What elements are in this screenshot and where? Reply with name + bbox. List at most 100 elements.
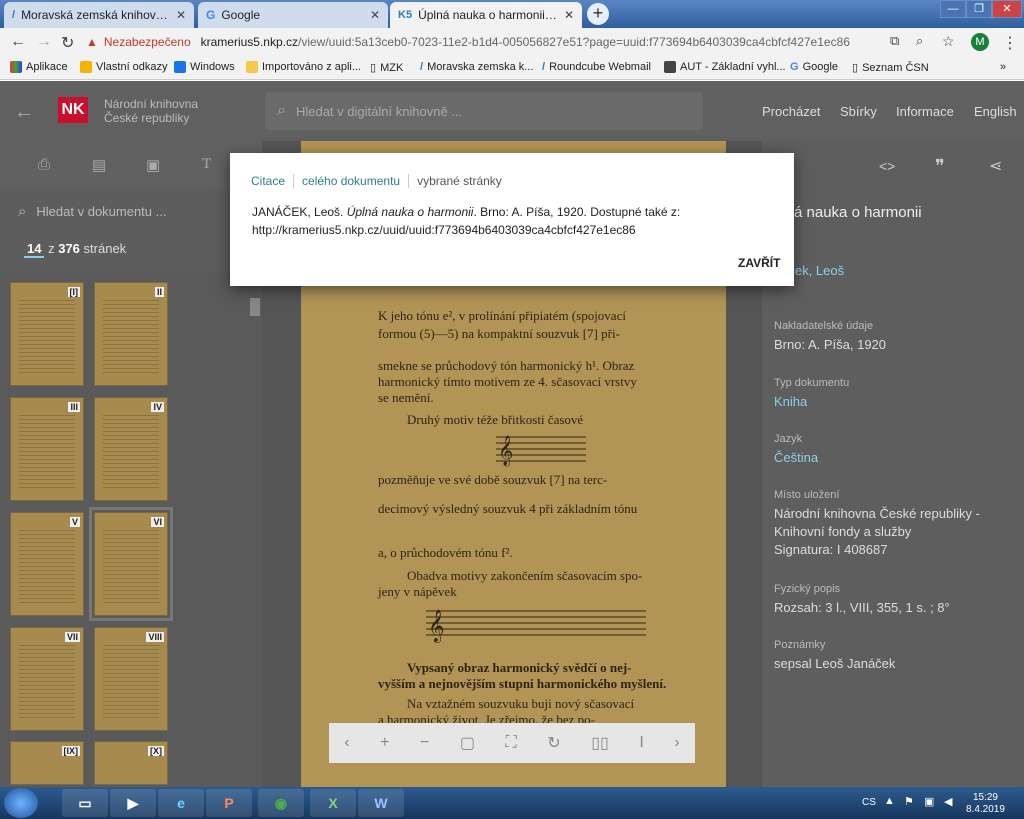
previous-page-icon[interactable]: ‹ [344,734,349,752]
digital-library-search[interactable]: ⌕ Hledat v digitální knihovně ... [265,92,703,130]
windows-icon [174,61,186,73]
zoom-icon[interactable]: ⌕ [916,33,923,49]
tab-cely-dokument[interactable]: celého dokumentu [293,174,408,188]
close-tab-icon[interactable]: ✕ [564,8,574,22]
tab-moravska[interactable]: / Moravská zemská knihovna v Brn ✕ [4,2,194,28]
tab-vybrane-stranky[interactable]: vybrané stránky [408,174,510,188]
nav-informace[interactable]: Informace [896,104,954,119]
fit-page-icon[interactable]: ▢ [460,733,475,753]
text-select-icon[interactable]: I [639,734,643,752]
thumbnail[interactable]: [X] [94,741,168,785]
bookmark-item[interactable]: G Google [790,61,838,73]
back-arrow-icon[interactable]: ← [10,33,26,51]
thumb-label: IV [151,402,164,412]
field-value-link[interactable]: Kniha [774,393,807,411]
next-page-icon[interactable]: › [674,734,679,752]
thumb-label: [I] [67,287,80,297]
print-icon[interactable]: ⎙ [38,156,50,173]
share-icon[interactable]: ⋖ [989,156,1002,176]
scan-line: jeny v nápěvek [378,584,457,599]
bookmark-item[interactable]: Windows [174,61,235,73]
quote-icon[interactable]: ❞ [935,156,945,177]
close-tab-icon[interactable]: ✕ [176,8,186,22]
bookmarks-overflow-icon[interactable]: » [1000,61,1006,73]
menu-dots-icon[interactable]: ⋮ [1002,33,1018,53]
thumbnail[interactable]: [IX] [10,741,84,785]
image-icon[interactable]: ▣ [146,156,160,174]
viewer-controls: ‹ + − ▢ ⛶ ↻ ▯▯ I › [329,723,695,763]
field-label: Jazyk [774,433,803,445]
start-button[interactable] [4,788,38,818]
powerpoint-icon[interactable]: P [206,789,252,817]
word-icon[interactable]: W [358,789,404,817]
thumbnail[interactable]: [I] [10,282,84,386]
profile-avatar[interactable]: M [971,33,989,51]
excel-icon[interactable]: X [310,789,356,817]
thumbnail-selected[interactable]: VI [89,507,173,621]
network-icon[interactable]: ▣ [924,795,934,808]
system-clock[interactable]: 15:29 8.4.2019 [966,792,1005,816]
zoom-in-icon[interactable]: + [380,734,389,752]
current-page[interactable]: 14 [24,241,45,258]
forward-arrow-icon[interactable]: → [36,33,52,51]
explorer-icon[interactable]: ▭ [62,789,108,817]
close-window-button[interactable]: ✕ [992,0,1022,18]
bookmark-item[interactable]: AUT - Základní vyhl... [664,61,786,73]
tab-title: Úplná nauka o harmonii | Národn [418,8,558,22]
bookmark-item[interactable]: ▯ MZK [370,61,403,75]
text-icon[interactable]: T [202,156,211,173]
thumbnail[interactable]: III [10,397,84,501]
back-arrow-icon[interactable]: ← [14,101,34,124]
chrome-icon[interactable]: ◉ [258,789,304,817]
document-search[interactable]: ⌕ Hledat v dokumentu ... [0,195,262,227]
nav-sbirky[interactable]: Sbírky [840,104,877,119]
thumbnail[interactable]: IV [94,397,168,501]
double-page-icon[interactable]: ▯▯ [591,733,609,753]
new-tab-button[interactable]: + [587,3,609,25]
thumb-label: [X] [148,746,164,756]
nk-logo[interactable]: NK [58,97,88,123]
scan-line: a, o průchodovém tónu f². [378,545,513,560]
field-value: Národní knihovna České republiky - Kniho… [774,506,980,557]
thumbnail[interactable]: II [94,282,168,386]
warning-icon: ▲ [86,35,98,49]
thumbnail[interactable]: VII [10,627,84,731]
page-counter: 14 z 376 stránek [0,232,262,272]
code-icon[interactable]: <> [879,158,895,174]
maximize-button[interactable]: ❐ [966,0,992,18]
bookmark-item[interactable]: ▯ Seznam ČSN [852,61,929,75]
chevron-up-icon[interactable]: ▲ [884,795,895,807]
minimize-button[interactable]: — [940,0,966,18]
close-tab-icon[interactable]: ✕ [370,8,380,22]
rotate-icon[interactable]: ↻ [547,733,560,753]
tab-google[interactable]: G Google ✕ [198,2,388,28]
zoom-out-icon[interactable]: − [420,734,429,752]
flag-icon[interactable]: ⚑ [904,795,914,808]
bookmark-star-icon[interactable]: ☆ [942,33,955,50]
bookmark-item[interactable]: / Moravska zemska k... [420,61,533,73]
library-name[interactable]: Národní knihovna České republiky [104,97,234,125]
bookmark-item[interactable]: Vlastní odkazy [80,61,168,73]
close-button[interactable]: ZAVŘÍT [738,256,780,270]
reload-icon[interactable]: ↻ [61,33,74,53]
bookmark-item[interactable]: / Roundcube Webmail [542,61,651,73]
media-player-icon[interactable]: ▶ [110,789,156,817]
pdf-icon[interactable]: ▤ [92,156,106,174]
thumbnail-scrollbar[interactable] [250,298,260,316]
translate-icon[interactable]: ⧉ [890,33,899,49]
bookmark-apps[interactable]: Aplikace [10,61,68,73]
nav-prochazet[interactable]: Procházet [762,104,821,119]
volume-icon[interactable]: ◀ [944,795,952,808]
field-value-link[interactable]: Čeština [774,449,818,467]
tab-citace[interactable]: Citace [251,174,293,188]
pages-suffix: stránek [83,241,127,256]
thumbnail[interactable]: V [10,512,84,616]
tab-kramerius[interactable]: K5 Úplná nauka o harmonii | Národn ✕ [390,2,582,28]
thumbnail[interactable]: VIII [94,627,168,731]
url-field[interactable]: ▲ Nezabezpečeno kramerius5.nkp.cz/view/u… [86,31,876,53]
language-indicator[interactable]: CS [862,797,876,808]
bookmark-item[interactable]: Importováno z apli... [246,61,361,73]
nav-english[interactable]: English [974,104,1017,119]
fullscreen-icon[interactable]: ⛶ [506,734,517,752]
ie-icon[interactable]: e [158,789,204,817]
